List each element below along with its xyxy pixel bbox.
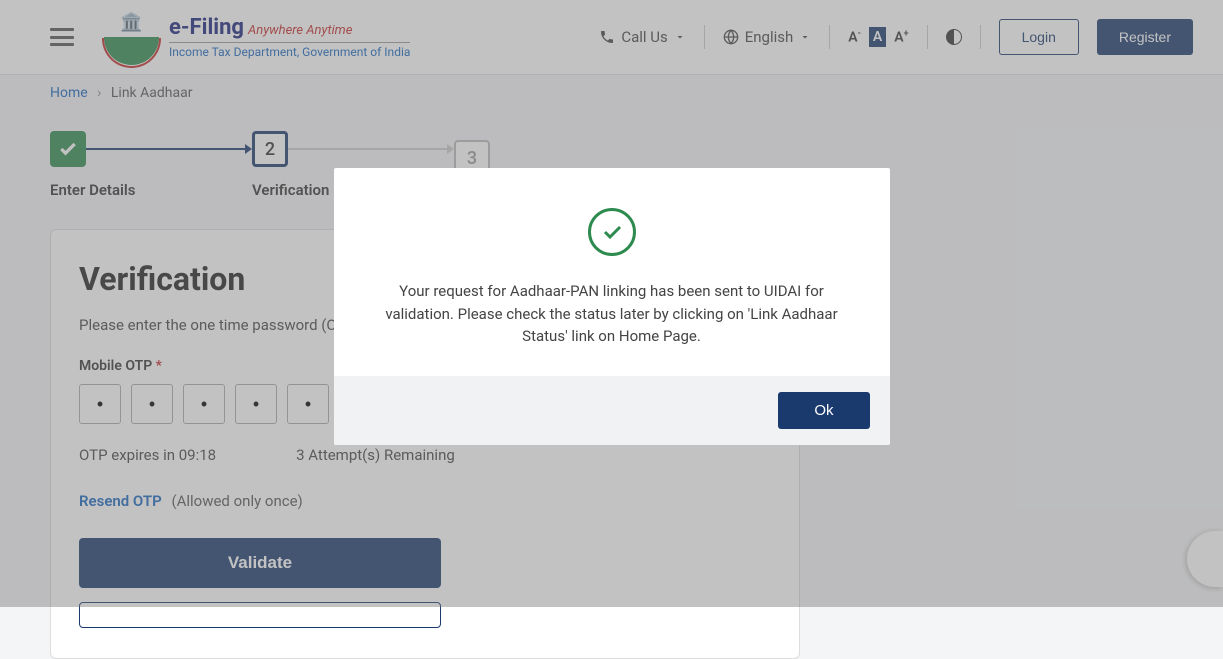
modal-footer: Ok (334, 376, 890, 445)
modal-body: Your request for Aadhaar-PAN linking has… (334, 168, 890, 376)
modal-message: Your request for Aadhaar-PAN linking has… (364, 280, 860, 348)
success-check-icon (588, 208, 636, 256)
success-modal: Your request for Aadhaar-PAN linking has… (334, 168, 890, 445)
modal-overlay[interactable]: Your request for Aadhaar-PAN linking has… (0, 0, 1223, 607)
ok-button[interactable]: Ok (778, 392, 869, 429)
